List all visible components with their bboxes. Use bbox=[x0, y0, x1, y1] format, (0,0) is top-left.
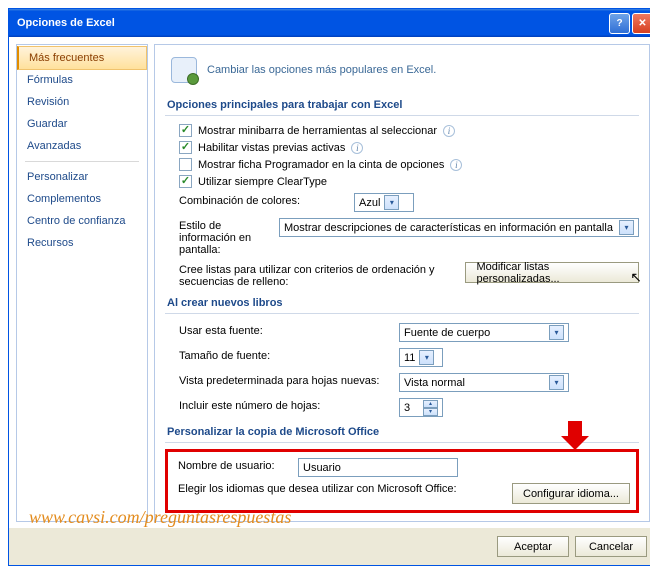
help-button[interactable]: ? bbox=[609, 13, 630, 34]
edit-custom-lists-button[interactable]: Modificar listas personalizadas... ↖ bbox=[465, 262, 639, 283]
label-minibar: Mostrar minibarra de herramientas al sel… bbox=[198, 125, 437, 137]
sidebar-item-customize[interactable]: Personalizar bbox=[17, 166, 147, 188]
label-defaultview: Vista predeterminada para hojas nuevas: bbox=[179, 373, 389, 387]
titlebar: Opciones de Excel ? ✕ bbox=[9, 9, 650, 37]
sidebar-item-resources[interactable]: Recursos bbox=[17, 232, 147, 254]
chevron-down-icon: ▾ bbox=[384, 195, 399, 210]
options-panel: Cambiar las opciones más populares en Ex… bbox=[154, 44, 650, 522]
checkbox-cleartype[interactable] bbox=[179, 175, 192, 188]
select-defaultview[interactable]: Vista normal▾ bbox=[399, 373, 569, 392]
label-cleartype: Utilizar siempre ClearType bbox=[198, 176, 327, 188]
cancel-button[interactable]: Cancelar bbox=[575, 536, 647, 557]
sidebar-item-addins[interactable]: Complementos bbox=[17, 188, 147, 210]
spinner-sheetcount[interactable]: 3 ▴ ▾ bbox=[399, 398, 443, 417]
info-icon[interactable]: i bbox=[443, 125, 455, 137]
chevron-down-icon: ▾ bbox=[549, 375, 564, 390]
panel-heading: Cambiar las opciones más populares en Ex… bbox=[207, 64, 436, 76]
dialog-footer: Aceptar Cancelar bbox=[9, 528, 650, 565]
options-icon bbox=[171, 57, 197, 83]
label-language: Elegir los idiomas que desea utilizar co… bbox=[178, 483, 502, 495]
section-newbook-title: Al crear nuevos libros bbox=[165, 291, 639, 314]
cursor-icon: ↖ bbox=[630, 269, 642, 286]
label-colorscheme: Combinación de colores: bbox=[179, 193, 344, 207]
sidebar-item-save[interactable]: Guardar bbox=[17, 113, 147, 135]
ok-button[interactable]: Aceptar bbox=[497, 536, 569, 557]
window-title: Opciones de Excel bbox=[17, 17, 115, 29]
label-sheetcount: Incluir este número de hojas: bbox=[179, 398, 389, 412]
annotation-highlight: Nombre de usuario: Usuario Elegir los id… bbox=[165, 449, 639, 513]
info-icon[interactable]: i bbox=[351, 142, 363, 154]
excel-options-window: Opciones de Excel ? ✕ Más frecuentes Fór… bbox=[8, 8, 650, 566]
label-font: Usar esta fuente: bbox=[179, 323, 389, 337]
checkbox-livepreview[interactable] bbox=[179, 141, 192, 154]
chevron-down-icon[interactable]: ▾ bbox=[423, 408, 438, 416]
chevron-up-icon[interactable]: ▴ bbox=[423, 400, 438, 408]
chevron-down-icon: ▾ bbox=[619, 220, 634, 235]
category-sidebar: Más frecuentes Fórmulas Revisión Guardar… bbox=[16, 44, 148, 522]
info-icon[interactable]: i bbox=[450, 159, 462, 171]
select-font[interactable]: Fuente de cuerpo▾ bbox=[399, 323, 569, 342]
select-screentip[interactable]: Mostrar descripciones de características… bbox=[279, 218, 639, 237]
label-customlists: Cree listas para utilizar con criterios … bbox=[179, 262, 455, 288]
sidebar-item-advanced[interactable]: Avanzadas bbox=[17, 135, 147, 157]
label-username: Nombre de usuario: bbox=[178, 458, 288, 472]
annotation-arrow-icon bbox=[561, 421, 589, 450]
close-button[interactable]: ✕ bbox=[632, 13, 650, 34]
sidebar-item-proofing[interactable]: Revisión bbox=[17, 91, 147, 113]
select-fontsize[interactable]: 11▾ bbox=[399, 348, 443, 367]
checkbox-devtab[interactable] bbox=[179, 158, 192, 171]
chevron-down-icon: ▾ bbox=[549, 325, 564, 340]
label-fontsize: Tamaño de fuente: bbox=[179, 348, 389, 362]
select-colorscheme[interactable]: Azul▾ bbox=[354, 193, 414, 212]
sidebar-item-trust[interactable]: Centro de confianza bbox=[17, 210, 147, 232]
section-main-title: Opciones principales para trabajar con E… bbox=[165, 93, 639, 116]
label-devtab: Mostrar ficha Programador en la cinta de… bbox=[198, 159, 444, 171]
sidebar-item-popular[interactable]: Más frecuentes bbox=[17, 46, 147, 70]
sidebar-item-formulas[interactable]: Fórmulas bbox=[17, 69, 147, 91]
language-settings-button[interactable]: Configurar idioma... bbox=[512, 483, 630, 504]
input-username[interactable]: Usuario bbox=[298, 458, 458, 477]
checkbox-minibar[interactable] bbox=[179, 124, 192, 137]
label-livepreview: Habilitar vistas previas activas bbox=[198, 142, 345, 154]
chevron-down-icon: ▾ bbox=[419, 350, 434, 365]
label-screentip: Estilo de información en pantalla: bbox=[179, 218, 269, 256]
